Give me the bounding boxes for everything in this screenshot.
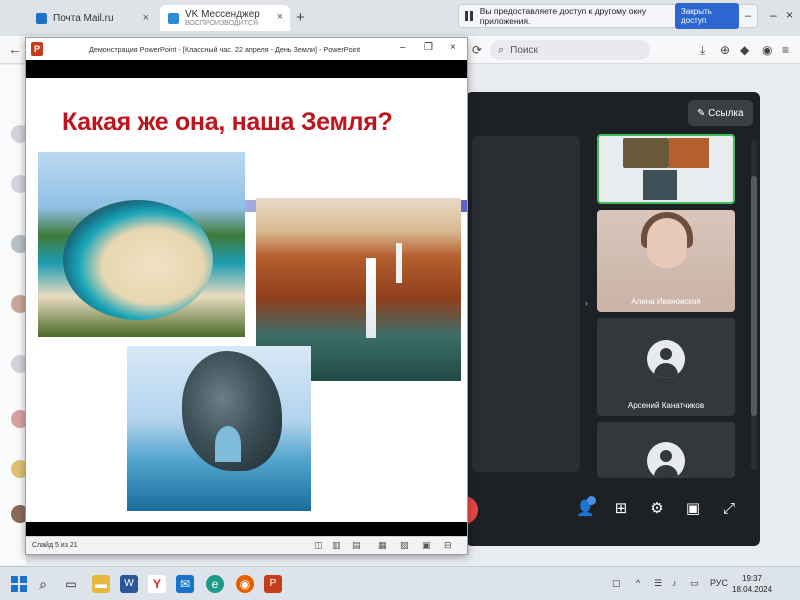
close-icon[interactable]: ×	[450, 42, 456, 53]
edge-icon[interactable]: e	[206, 575, 224, 593]
slideshow-letterbox-bottom	[26, 522, 467, 536]
fullscreen-icon[interactable]: ⤢	[720, 500, 738, 518]
collapse-notice-icon[interactable]: –	[745, 10, 751, 22]
file-explorer-icon[interactable]: ▬	[92, 575, 110, 593]
photo-marble-rock	[127, 346, 311, 511]
clock-date: 18.04.2024	[732, 585, 773, 594]
windows-taskbar: ⌕ ▭ ▬ W Y ✉ e ◉ P ▢ ^ ☰ ♪ ▭ РУС 19:37 18…	[0, 566, 800, 600]
shield-icon[interactable]: ◆	[740, 43, 749, 57]
reading-view-icon[interactable]: ▧	[400, 540, 409, 551]
slide-title: Какая же она, наша Земля?	[62, 108, 393, 136]
pause-icon[interactable]	[465, 11, 473, 21]
yandex-browser-icon[interactable]: Y	[148, 575, 166, 593]
search-icon[interactable]: ⌕	[34, 575, 52, 593]
notes-icon[interactable]: ◫	[314, 540, 323, 551]
new-tab-button[interactable]: +	[296, 9, 305, 26]
download-icon[interactable]: ⤓	[700, 43, 705, 58]
powerpoint-window[interactable]: P Демонстрация PowerPoint - [Классный ча…	[25, 37, 468, 555]
participant-tile-avatar[interactable]: Арсений Канатчиков	[597, 318, 735, 416]
powerpoint-window-title: Демонстрация PowerPoint - [Классный час.…	[89, 44, 361, 54]
slide-sorter-icon[interactable]: ▦	[378, 540, 387, 551]
language-indicator[interactable]: РУС	[710, 578, 728, 588]
presenter-icon[interactable]: ⊟	[444, 540, 452, 551]
system-clock[interactable]: 19:37 18.04.2024	[732, 573, 772, 595]
clock-time: 19:37	[742, 574, 763, 583]
participant-tile-camera[interactable]: Алина Ивановская	[597, 210, 735, 312]
settings-gear-icon[interactable]: ⚙	[648, 500, 666, 518]
slide-canvas[interactable]: Какая же она, наша Земля?	[26, 78, 467, 522]
tab-mail[interactable]: Почта Mail.ru ×	[28, 5, 156, 31]
screen-sharing-notice: Вы предоставляете доступ к другому окну …	[458, 3, 758, 29]
powerpoint-logo-icon: P	[31, 42, 43, 56]
stop-sharing-button[interactable]: Закрыть доступ	[675, 3, 739, 29]
participant-tile-avatar[interactable]	[597, 422, 735, 478]
browser-tab-bar: Почта Mail.ru × VK Мессенджер ВОСПРОИЗВО…	[0, 0, 800, 36]
battery-icon[interactable]: ▭	[690, 578, 699, 589]
powerpoint-status-bar: Слайд 5 из 21 ◫ ▥ ▤ ▦ ▧ ▣ ⊟	[26, 536, 467, 554]
menu-icon[interactable]: ≡	[782, 43, 789, 57]
mail-icon[interactable]: ✉	[176, 575, 194, 593]
restore-icon[interactable]: ❐	[424, 42, 433, 53]
tab-vk-sublabel: ВОСПРОИЗВОДИТСЯ	[185, 19, 259, 27]
task-view-icon[interactable]: ▭	[62, 575, 80, 593]
user-avatar-icon	[647, 340, 685, 378]
network-icon[interactable]: ☰	[654, 578, 662, 589]
mail-favicon-icon	[36, 12, 47, 24]
main-speaker-tile[interactable]	[472, 136, 580, 472]
screen-share-thumbnail[interactable]	[597, 134, 735, 204]
normal-view-icon[interactable]: ▤	[352, 540, 361, 551]
tray-icon[interactable]: ▢	[612, 578, 621, 589]
slide-counter: Слайд 5 из 21	[32, 542, 78, 549]
firefox-icon[interactable]: ◉	[236, 575, 254, 593]
participant-name: Арсений Канатчиков	[627, 401, 705, 410]
participant-face	[647, 218, 687, 268]
close-window-icon[interactable]: ×	[786, 8, 793, 22]
windows-start-icon[interactable]	[10, 575, 28, 593]
tab-vk-label: VK Мессенджер	[185, 8, 260, 20]
word-icon[interactable]: W	[120, 575, 138, 593]
slideshow-view-icon[interactable]: ▣	[422, 540, 431, 551]
minimize-icon[interactable]: –	[770, 8, 777, 22]
participants-badge	[587, 496, 596, 505]
call-link-button[interactable]: ✎ Ссылка	[688, 100, 753, 126]
comments-icon[interactable]: ▥	[332, 540, 341, 551]
tab-close-icon[interactable]: ×	[277, 12, 283, 23]
back-arrow-icon[interactable]: ←	[8, 41, 22, 57]
tab-close-icon[interactable]: ×	[143, 12, 149, 24]
tab-mail-label: Почта Mail.ru	[53, 12, 114, 24]
user-avatar-icon	[647, 442, 685, 478]
picture-in-picture-icon[interactable]: ▣	[684, 500, 702, 518]
vk-left-sidebar	[0, 65, 29, 565]
volume-icon[interactable]: ♪	[672, 578, 677, 588]
extensions-icon[interactable]: ⊕	[720, 43, 730, 57]
grid-layout-icon[interactable]: ⊞	[612, 500, 630, 518]
participant-name: Алина Ивановская	[631, 297, 701, 306]
profile-icon[interactable]: ◉	[762, 43, 772, 57]
history-icon[interactable]: ⟳	[472, 43, 482, 57]
chevron-right-icon[interactable]: ›	[585, 298, 588, 308]
photo-sea-arch	[38, 152, 245, 337]
chevron-up-icon[interactable]: ^	[636, 578, 640, 588]
tiles-scrollbar-thumb[interactable]	[751, 176, 757, 416]
powerpoint-taskbar-icon[interactable]: P	[264, 575, 282, 593]
search-icon: ⌕	[498, 43, 505, 56]
sharing-notice-text: Вы предоставляете доступ к другому окну …	[479, 6, 647, 26]
powerpoint-title-bar[interactable]: P Демонстрация PowerPoint - [Классный ча…	[26, 38, 467, 60]
search-placeholder: Поиск	[510, 44, 538, 56]
minimize-icon[interactable]: –	[400, 42, 406, 53]
vk-favicon-icon	[168, 12, 179, 24]
slideshow-letterbox-top	[26, 60, 467, 78]
search-input[interactable]: ⌕ Поиск	[490, 40, 650, 60]
tab-vk-messenger[interactable]: VK Мессенджер ВОСПРОИЗВОДИТСЯ ×	[160, 5, 290, 31]
